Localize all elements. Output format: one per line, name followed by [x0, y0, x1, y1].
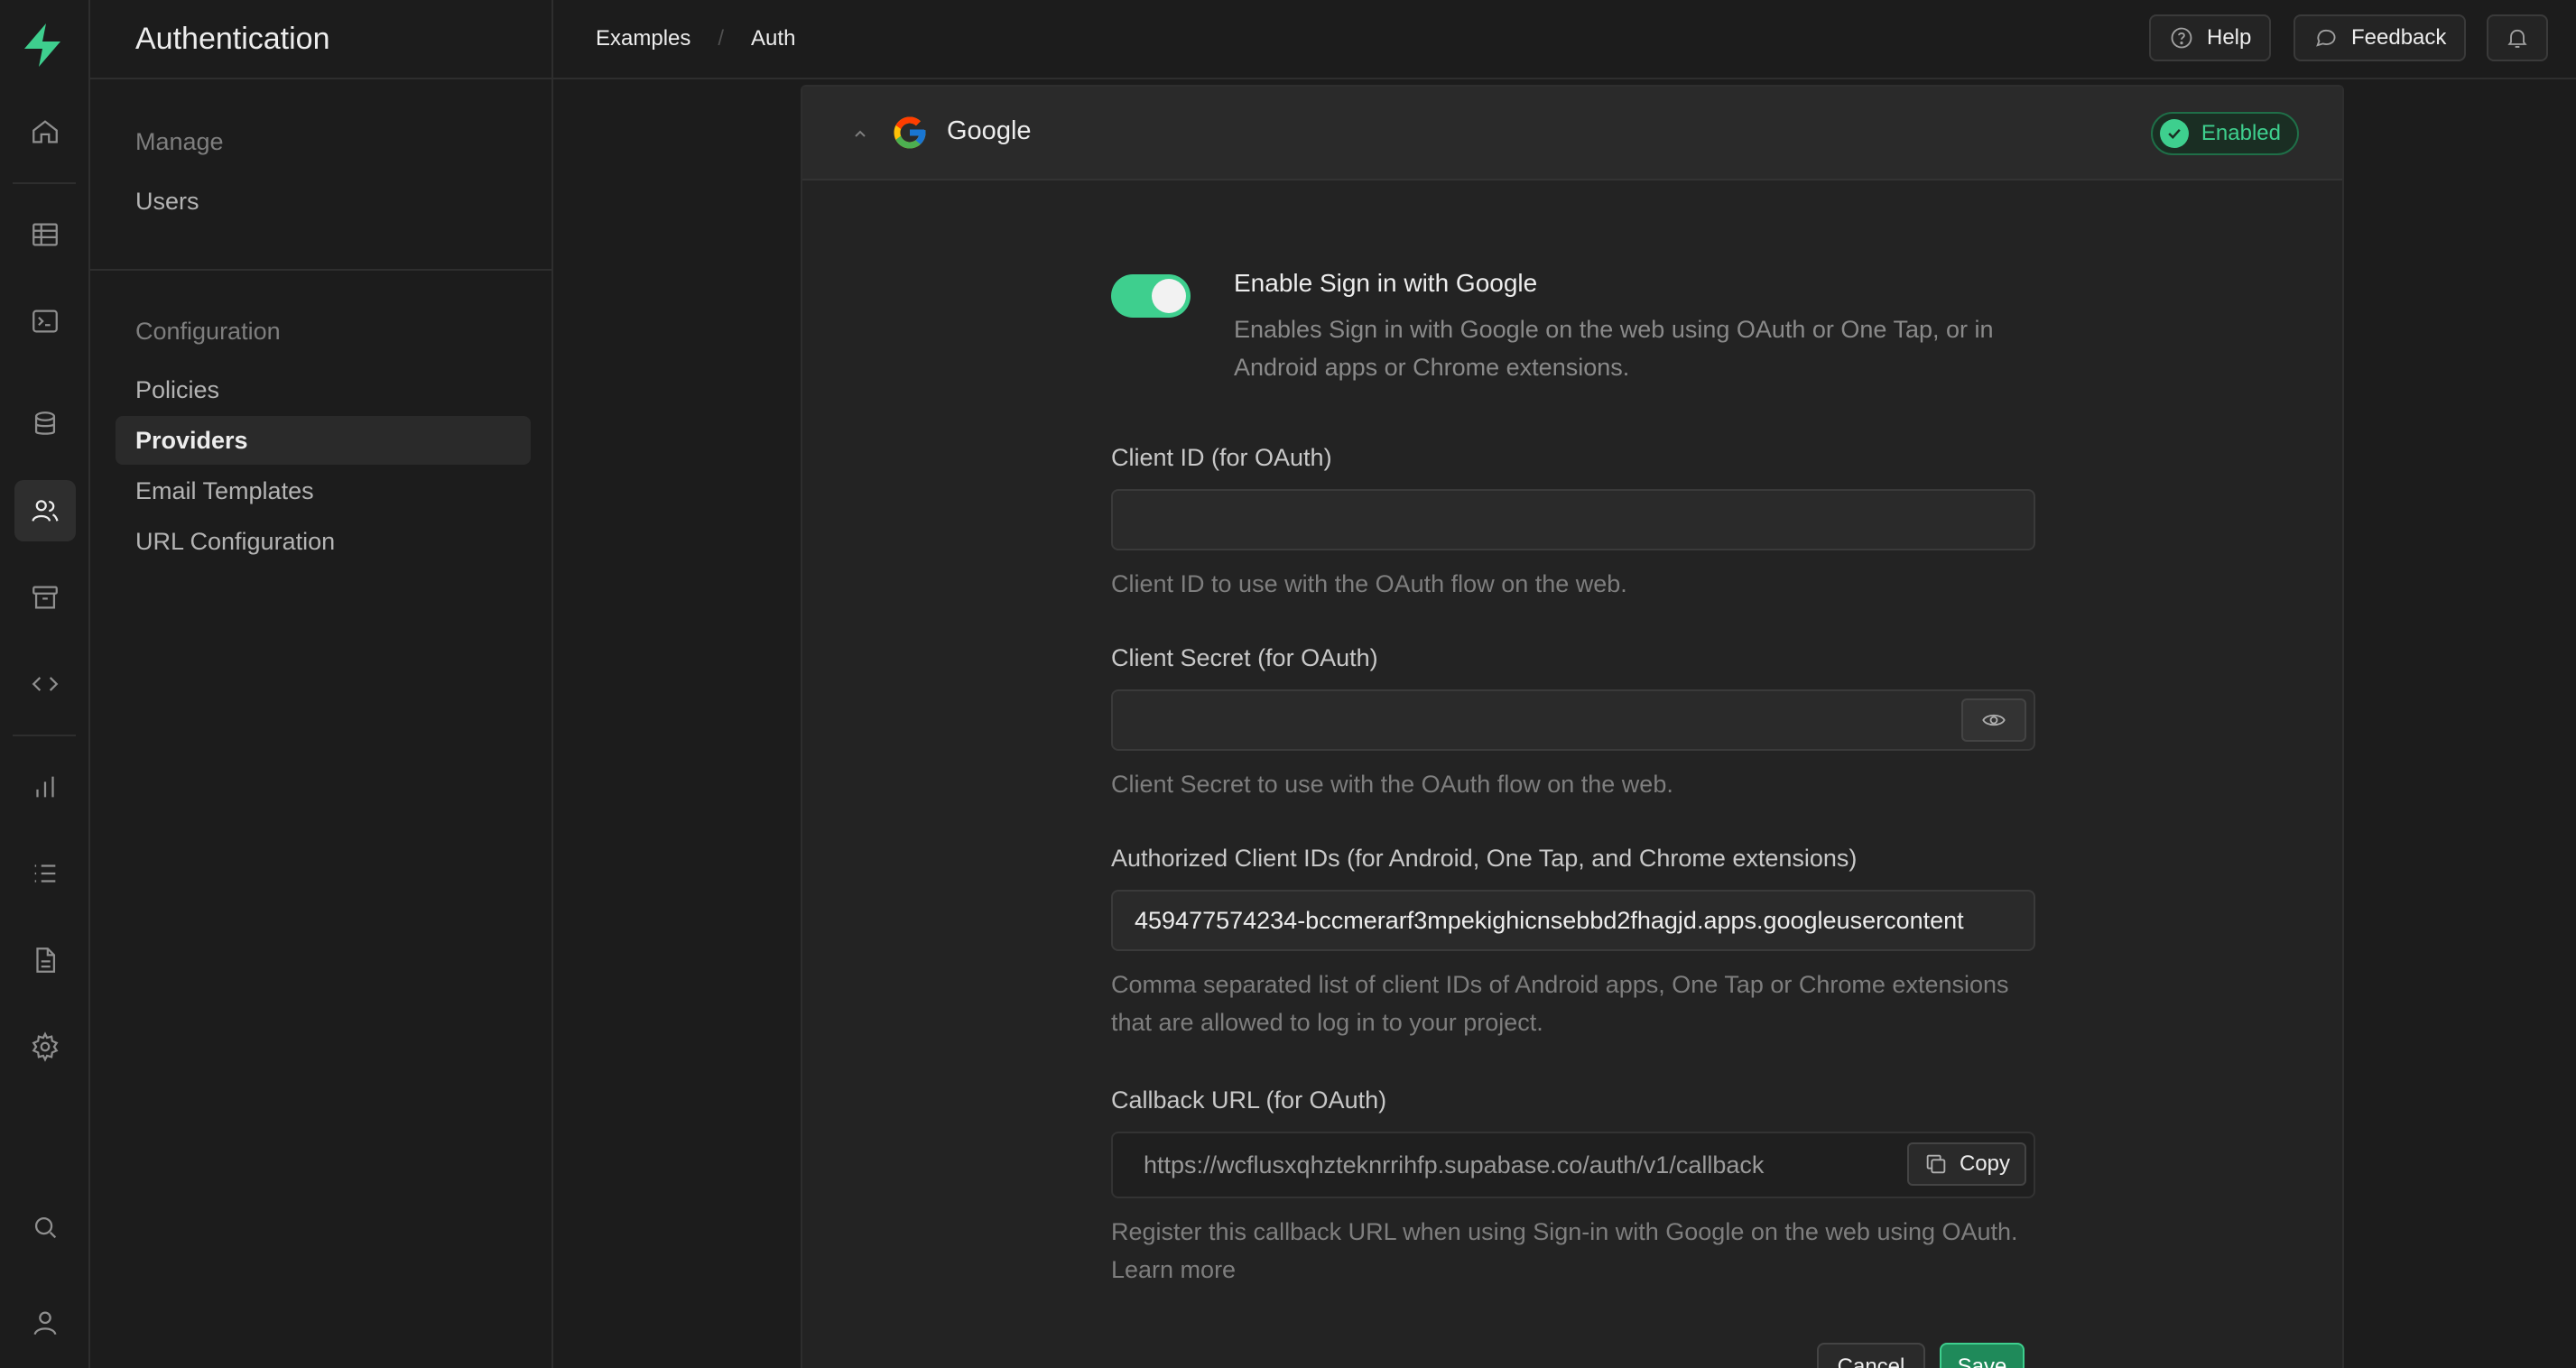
callback-url-label: Callback URL (for OAuth): [1111, 1086, 1387, 1114]
eye-icon: [1982, 714, 2006, 726]
search-icon[interactable]: [14, 1197, 76, 1258]
copy-label: Copy: [1959, 1151, 2010, 1176]
callback-url-description: Register this callback URL when using Si…: [1111, 1218, 2018, 1283]
enable-google-label: Enable Sign in with Google: [1234, 269, 1538, 297]
rail-divider: [13, 182, 76, 184]
client-id-description: Client ID to use with the OAuth flow on …: [1111, 570, 1627, 597]
client-secret-label: Client Secret (for OAuth): [1111, 644, 1378, 671]
menu-item-email-templates[interactable]: Email Templates: [116, 467, 531, 515]
icon-rail: [0, 0, 90, 1368]
status-badge: Enabled: [2150, 112, 2299, 155]
edge-functions-icon[interactable]: [14, 653, 76, 715]
notifications-button[interactable]: [2487, 14, 2548, 61]
enable-google-description: Enables Sign in with Google on the web u…: [1234, 316, 1994, 381]
menu-item-users[interactable]: Users: [116, 177, 531, 226]
menu-header: Authentication: [90, 0, 551, 79]
rail-divider: [13, 735, 76, 736]
save-button[interactable]: Save: [1940, 1343, 2025, 1368]
breadcrumb-separator: /: [718, 26, 725, 51]
callback-url-field: https://wcflusxqhzteknrrihfp.supabase.co…: [1111, 1132, 2035, 1198]
google-logo-icon: [894, 116, 926, 149]
logs-icon[interactable]: [14, 843, 76, 904]
copy-icon: [1926, 1154, 1946, 1174]
toggle-knob: [1152, 279, 1186, 313]
section-title: Authentication: [135, 21, 330, 56]
menu-divider: [90, 269, 551, 271]
main-content: Google Enabled Enable Sign in with Googl…: [553, 79, 2576, 1368]
authorized-client-ids-label: Authorized Client IDs (for Android, One …: [1111, 845, 1858, 872]
help-icon: [2171, 27, 2192, 49]
provider-panel: Google Enabled Enable Sign in with Googl…: [801, 85, 2344, 1368]
show-secret-button[interactable]: [1961, 698, 2026, 742]
client-secret-input[interactable]: [1111, 689, 2035, 751]
client-id-input[interactable]: [1111, 489, 2035, 550]
breadcrumb: Examples / Auth: [596, 0, 795, 78]
callback-url-value: https://wcflusxqhzteknrrihfp.supabase.co…: [1144, 1151, 1765, 1179]
authorized-client-ids-description: Comma separated list of client IDs of An…: [1111, 971, 2009, 1036]
bell-icon: [2507, 29, 2527, 48]
reports-icon[interactable]: [14, 756, 76, 818]
authorized-client-ids-input[interactable]: 459477574234-bccmerarf3mpekighicnsebbd2f…: [1111, 890, 2035, 951]
help-label: Help: [2207, 25, 2252, 50]
feedback-icon: [2316, 29, 2336, 47]
menu-item-url-configuration[interactable]: URL Configuration: [116, 517, 531, 566]
topbar: Examples / Auth Help Feedback: [553, 0, 2576, 79]
menu-group-manage-title: Manage: [135, 128, 224, 155]
settings-icon[interactable]: [14, 1016, 76, 1077]
storage-icon[interactable]: [14, 567, 76, 628]
provider-header[interactable]: Google Enabled: [802, 87, 2342, 180]
feedback-label: Feedback: [2351, 25, 2447, 50]
provider-name: Google: [947, 116, 1032, 145]
chevron-up-icon[interactable]: [849, 123, 871, 144]
database-icon[interactable]: [14, 393, 76, 455]
menu-item-policies[interactable]: Policies: [116, 365, 531, 414]
check-icon: [2159, 119, 2189, 148]
auth-menu: Authentication Manage Users Configuratio…: [90, 0, 553, 1368]
breadcrumb-examples[interactable]: Examples: [596, 26, 690, 51]
sql-editor-icon[interactable]: [14, 291, 76, 352]
auth-users-icon[interactable]: [14, 480, 76, 541]
menu-item-providers[interactable]: Providers: [116, 416, 531, 465]
cancel-button[interactable]: Cancel: [1817, 1343, 1925, 1368]
breadcrumb-auth[interactable]: Auth: [751, 26, 795, 51]
user-account-icon[interactable]: [14, 1292, 76, 1354]
copy-callback-button[interactable]: Copy: [1906, 1142, 2026, 1186]
menu-group-configuration-title: Configuration: [135, 318, 281, 345]
enable-google-toggle[interactable]: [1111, 274, 1191, 318]
table-editor-icon[interactable]: [14, 204, 76, 265]
help-button[interactable]: Help: [2149, 14, 2272, 61]
home-icon[interactable]: [14, 101, 76, 162]
client-secret-description: Client Secret to use with the OAuth flow…: [1111, 771, 1673, 798]
feedback-button[interactable]: Feedback: [2293, 14, 2467, 61]
api-docs-icon[interactable]: [14, 929, 76, 991]
status-badge-label: Enabled: [2201, 121, 2281, 145]
client-id-label: Client ID (for OAuth): [1111, 444, 1332, 471]
supabase-logo[interactable]: [17, 20, 68, 70]
